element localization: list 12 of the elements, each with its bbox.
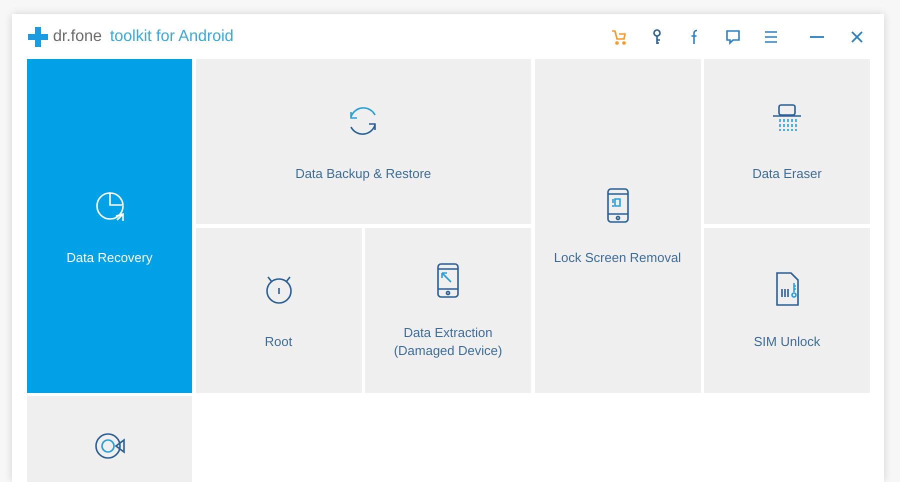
tool-tile[interactable]: Data Recovery [27, 59, 192, 392]
chat-icon[interactable] [724, 28, 742, 46]
tool-tile[interactable]: Root [196, 228, 362, 392]
tool-tile[interactable]: Lock Screen Removal [534, 59, 700, 392]
tool-tile[interactable]: Data Extraction (Damaged Device) [365, 228, 531, 392]
tool-tile[interactable]: Data Backup & Restore [196, 59, 531, 224]
cart-icon[interactable] [610, 28, 628, 46]
tool-tile[interactable]: Data Eraser [704, 59, 870, 224]
product-name: toolkit for Android [110, 26, 234, 46]
plus-logo-icon [27, 26, 49, 48]
tool-tile[interactable]: SIM Unlock [704, 228, 870, 392]
app-name: dr.fone [53, 26, 102, 46]
